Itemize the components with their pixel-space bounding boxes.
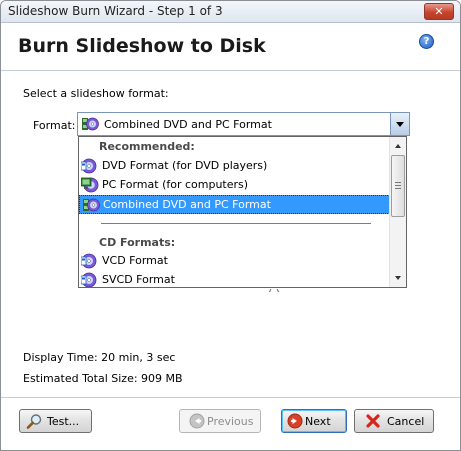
format-prompt: Select a slideshow format: (23, 87, 169, 100)
list-item-svcd-format[interactable]: SVCD Format (79, 271, 390, 287)
format-selected-value: Combined DVD and PC Format (104, 118, 272, 131)
previous-button-label: Previous (207, 415, 254, 428)
dropdown-button[interactable] (390, 113, 409, 135)
list-item-label: DVD Format (for DVD players) (102, 159, 268, 172)
pc-icon (80, 177, 99, 196)
group-divider (101, 223, 371, 224)
list-item-vcd-format[interactable]: VCD Format (79, 252, 390, 271)
combined-format-icon (82, 197, 100, 216)
footer-divider (1, 397, 460, 398)
display-time-text: Display Time: 20 min, 3 sec (23, 351, 176, 364)
list-item-dvd-format[interactable]: DVD Format (for DVD players) (79, 157, 390, 176)
list-item-pc-format[interactable]: PC Format (for computers) (79, 176, 390, 195)
test-button-label: Test... (47, 415, 80, 428)
grip-icon (395, 182, 401, 189)
previous-button[interactable]: Previous (179, 409, 261, 433)
magnifier-icon (26, 413, 43, 433)
total-size-text: Estimated Total Size: 909 MB (23, 372, 183, 385)
header-divider (1, 70, 460, 71)
group-header-recommended: Recommended: (99, 140, 195, 153)
help-icon[interactable]: ? (419, 34, 434, 49)
cancel-button[interactable]: Cancel (354, 409, 434, 433)
format-label: Format: (33, 119, 76, 132)
disc-icon (80, 272, 99, 287)
list-item-label: SVCD Format (102, 273, 175, 286)
list-item-label: PC Format (for computers) (102, 178, 249, 191)
disc-icon (80, 253, 99, 272)
page-heading: Burn Slideshow to Disk (18, 35, 266, 57)
wizard-window: Slideshow Burn Wizard - Step 1 of 3 ✕ Bu… (0, 0, 461, 451)
format-combobox[interactable]: Combined DVD and PC Format (77, 112, 410, 136)
forward-arrow-icon (287, 413, 303, 432)
next-button-label: Next (305, 415, 331, 428)
cancel-button-label: Cancel (387, 415, 425, 428)
test-button[interactable]: Test... (19, 409, 92, 433)
chevron-down-icon (396, 122, 404, 127)
scrollbar-thumb[interactable] (391, 155, 405, 217)
title-bar[interactable]: Slideshow Burn Wizard - Step 1 of 3 ✕ (1, 1, 460, 23)
window-title: Slideshow Burn Wizard - Step 1 of 3 (8, 4, 223, 18)
chevron-down-icon (395, 276, 401, 280)
chevron-up-icon (395, 144, 401, 148)
group-header-cd-formats: CD Formats: (99, 236, 176, 249)
back-arrow-icon (189, 413, 205, 432)
combined-format-icon (81, 116, 99, 135)
close-icon: ✕ (434, 5, 444, 18)
obscured-text: ( ) (268, 288, 280, 292)
list-item-label: Combined DVD and PC Format (103, 198, 271, 211)
close-button[interactable]: ✕ (424, 3, 454, 20)
red-x-icon (365, 413, 381, 432)
disc-icon (80, 158, 99, 177)
next-button[interactable]: Next (281, 409, 347, 433)
scroll-up-button[interactable] (390, 137, 406, 154)
format-dropdown-list[interactable]: Recommended: DVD Format (for DVD players… (78, 136, 407, 288)
scroll-down-button[interactable] (390, 270, 406, 287)
list-item-combined-format[interactable]: Combined DVD and PC Format (79, 195, 390, 214)
list-item-label: VCD Format (102, 254, 168, 267)
list-scrollbar[interactable] (389, 137, 406, 287)
